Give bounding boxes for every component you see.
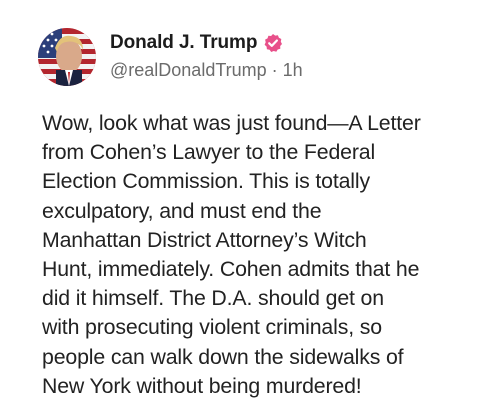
avatar[interactable] [38, 28, 96, 86]
post-body-line: New York without being murdered! [42, 373, 362, 398]
avatar-image [38, 28, 96, 86]
post-body-line: did it himself. The D.A. should get on [42, 286, 384, 311]
post-body-line: exculpatory, and must end the [42, 198, 322, 223]
post-body-line: Election Commission. This is totally [42, 169, 370, 194]
post-body-line: Wow, look what was just found—A Letter [42, 111, 421, 135]
post-header: Donald J. Trump @realDonaldTrump · 1h [110, 30, 303, 81]
post-body-line: Manhattan District Attorney’s Witch [42, 227, 367, 252]
post-body-line: from Cohen’s Lawyer to the Federal [42, 140, 376, 165]
post-card: Donald J. Trump @realDonaldTrump · 1h Wo… [0, 0, 500, 413]
name-row: Donald J. Trump [110, 30, 303, 56]
post-body-line: people can walk down the sidewalks of [42, 344, 404, 369]
meta-row: @realDonaldTrump · 1h [110, 60, 303, 81]
post-timestamp[interactable]: 1h [283, 60, 303, 81]
author-name[interactable]: Donald J. Trump [110, 32, 257, 54]
author-handle[interactable]: @realDonaldTrump [110, 60, 267, 81]
verified-badge-icon [263, 33, 283, 53]
post-body-line: with prosecuting violent criminals, so [42, 315, 382, 340]
meta-separator: · [271, 60, 278, 80]
post-body-line: Hunt, immediately. Cohen admits that he [42, 257, 420, 282]
post-body: Wow, look what was just found—A Letter f… [42, 109, 482, 401]
